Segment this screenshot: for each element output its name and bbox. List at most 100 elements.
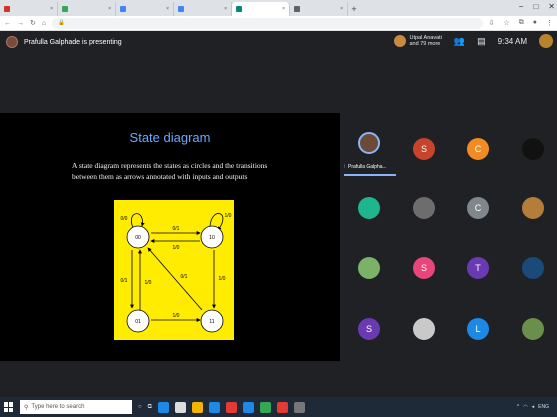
participant-tile[interactable]: T: [467, 257, 489, 279]
chrome-app-icon[interactable]: [259, 401, 271, 413]
browser-tab[interactable]: ×: [174, 2, 232, 16]
presenter-label: Prafulla Galphade is presenting: [24, 38, 122, 46]
star-icon[interactable]: ☆: [503, 19, 509, 27]
browser-tab[interactable]: ×: [290, 2, 348, 16]
speaker-tile[interactable]: [358, 132, 380, 154]
participant-tile[interactable]: [522, 138, 544, 160]
participant-tile[interactable]: [522, 318, 544, 340]
participant-tile[interactable]: [358, 197, 380, 219]
home-icon[interactable]: ⌂: [42, 20, 46, 27]
volume-icon[interactable]: ◂: [532, 404, 535, 410]
mail-app-icon[interactable]: [208, 401, 220, 413]
participant-tile[interactable]: [358, 257, 380, 279]
chat-icon[interactable]: ▤: [477, 36, 486, 47]
window-controls: − □ ✕: [519, 2, 555, 11]
participants-summary[interactable]: Utpal Anavati and 79 more: [394, 35, 442, 47]
presenter-info: Prafulla Galphade is presenting: [6, 36, 122, 48]
task-view-icon[interactable]: ⧉: [148, 404, 152, 411]
browser-tab-strip: × × × × × × + − □ ✕: [0, 0, 557, 16]
address-bar: ← → ↻ ⌂ 🔒 ⇩ ☆ ⧉ ● ⋮: [0, 16, 557, 31]
participant-tile[interactable]: [413, 197, 435, 219]
edge-app-icon[interactable]: [157, 401, 169, 413]
windows-taskbar: ⚲ Type here to search ○ ⧉ ^ ◠ ◂ ENG: [0, 397, 557, 417]
participant-tile[interactable]: [413, 318, 435, 340]
edge-label: 1/0: [145, 280, 152, 286]
forward-icon[interactable]: →: [17, 20, 24, 27]
explorer-app-icon[interactable]: [191, 401, 203, 413]
screen: × × × × × × + − □ ✕ ← → ↻ ⌂ 🔒 ⇩ ☆ ⧉ ● ⋮: [0, 0, 557, 417]
maximize-button[interactable]: □: [533, 2, 538, 11]
start-button[interactable]: [4, 402, 14, 412]
people-button[interactable]: 👥: [454, 36, 465, 47]
taskbar-search[interactable]: ⚲ Type here to search: [20, 400, 132, 414]
meeting-time: 9:34 AM: [497, 36, 527, 46]
participant-tile[interactable]: S: [413, 257, 435, 279]
store-app-icon[interactable]: [174, 401, 186, 413]
edge-label: 1/0: [173, 313, 180, 319]
state-10-label: 10: [209, 235, 215, 241]
browser-tab[interactable]: ×: [58, 2, 116, 16]
settings-app-icon[interactable]: [293, 401, 305, 413]
state-00-label: 00: [135, 235, 141, 241]
participant-tile[interactable]: S: [413, 138, 435, 160]
participant-tile[interactable]: C: [467, 197, 489, 219]
participant-tile[interactable]: S: [358, 318, 380, 340]
close-tab-icon[interactable]: ×: [340, 6, 343, 12]
speaker-highlight: [344, 174, 396, 176]
search-icon: ⚲: [24, 404, 29, 411]
edge-label: 0/1: [173, 226, 180, 232]
participant-avatar: [394, 35, 407, 47]
app-icon[interactable]: [276, 401, 288, 413]
browser-tab[interactable]: ×: [116, 2, 174, 16]
participants-line2: and 79 more: [409, 41, 441, 47]
reload-icon[interactable]: ↻: [30, 19, 36, 27]
extension-icon[interactable]: ⧉: [519, 19, 524, 27]
state-11-label: 11: [209, 319, 214, 325]
participant-tile[interactable]: L: [467, 318, 489, 340]
download-icon[interactable]: ⇩: [489, 19, 495, 27]
calendar-icon: [178, 6, 184, 12]
app-icon[interactable]: [225, 401, 237, 413]
participant-tile[interactable]: [522, 257, 544, 279]
menu-icon[interactable]: ⋮: [546, 19, 553, 27]
meet-header: Prafulla Galphade is presenting Utpal An…: [0, 31, 557, 113]
edge-label: 0/1: [121, 278, 128, 284]
close-tab-icon[interactable]: ×: [108, 6, 111, 12]
minimize-button[interactable]: −: [519, 2, 524, 11]
close-window-button[interactable]: ✕: [548, 2, 555, 11]
meet-top-right: Utpal Anavati and 79 more 👥 ▤ 9:34 AM: [394, 34, 553, 48]
close-tab-icon[interactable]: ×: [282, 6, 285, 12]
close-tab-icon[interactable]: ×: [50, 6, 53, 12]
close-tab-icon[interactable]: ×: [166, 6, 169, 12]
cortana-icon[interactable]: ○: [138, 404, 142, 410]
lock-icon: 🔒: [58, 20, 65, 26]
profile-icon[interactable]: ●: [533, 19, 537, 27]
new-tab-button[interactable]: +: [348, 2, 360, 16]
browser-tab[interactable]: ×: [0, 2, 58, 16]
self-avatar[interactable]: [539, 34, 553, 48]
participant-tile[interactable]: C: [467, 138, 489, 160]
edge-label: 0/0: [121, 216, 128, 222]
language-indicator[interactable]: ENG: [538, 404, 549, 410]
wifi-icon[interactable]: ◠: [523, 404, 527, 410]
edge-label: 0/1: [181, 274, 188, 280]
presenter-avatar: [6, 36, 18, 48]
back-icon[interactable]: ←: [4, 20, 11, 27]
speaker-name: ⦚ Prafulla Galpha...: [344, 164, 387, 170]
tray-up-icon[interactable]: ^: [517, 404, 519, 410]
gmail-icon: [4, 6, 10, 12]
state-01-label: 01: [135, 319, 141, 325]
drive-icon: [62, 6, 68, 12]
slide-title: State diagram: [129, 130, 211, 145]
people-icon: 👥: [453, 35, 466, 46]
close-tab-icon[interactable]: ×: [224, 6, 227, 12]
participant-tile[interactable]: [522, 197, 544, 219]
toolbar-right: ⇩ ☆ ⧉ ● ⋮: [489, 19, 553, 27]
url-field[interactable]: 🔒: [52, 17, 483, 29]
meet-bottom-area: [0, 361, 557, 397]
edge-label: 1/0: [219, 276, 226, 282]
slide-body: A state diagram represents the states as…: [72, 161, 268, 181]
app-icon[interactable]: [242, 401, 254, 413]
state-diagram: 00 10 01 11 0/0 1/0 0/1 1/0 1/0 0/1 0/1 …: [114, 200, 234, 340]
browser-tab-active[interactable]: ×: [232, 2, 290, 16]
